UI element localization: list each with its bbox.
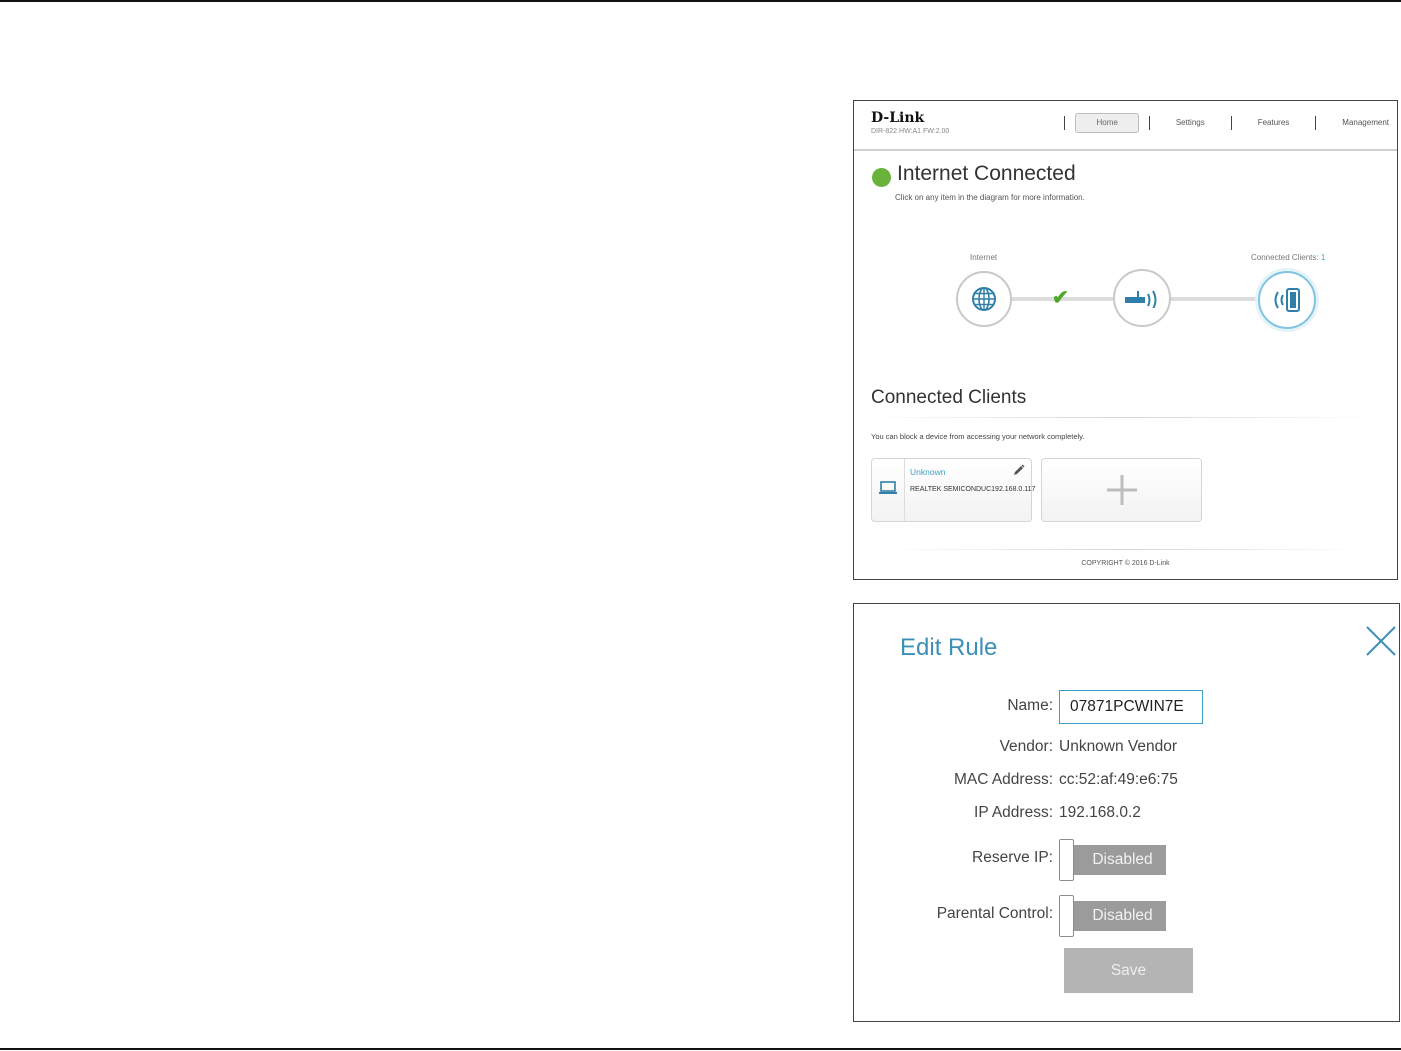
mac-value: cc:52:af:49:e6:75 [1059, 771, 1178, 788]
router-home-screenshot: D-Link DIR-822 HW:A1 FW:2.00 Home Settin… [853, 100, 1398, 580]
nav-home[interactable]: Home [1075, 113, 1139, 133]
parental-control-row: Parental Control: Disabled [854, 895, 1401, 937]
laptop-icon [879, 481, 897, 494]
copyright: COPYRIGHT © 2016 D-Link [1081, 560, 1170, 567]
connected-clients-text: Connected Clients: [1251, 253, 1319, 262]
connected-clients-hint: You can block a device from accessing yo… [871, 432, 1085, 441]
connected-clients-title: Connected Clients [871, 387, 1027, 408]
client-vendor: REALTEK SEMICONDUC192.168.0.117 [910, 486, 1036, 493]
vendor-label: Vendor: [999, 738, 1053, 755]
plus-icon [1106, 475, 1137, 505]
card-divider [904, 459, 905, 521]
add-client-button[interactable] [1041, 458, 1202, 522]
status-title: Internet Connected [897, 162, 1076, 185]
main-nav: Home Settings Features Management [1064, 113, 1389, 133]
parental-control-label: Parental Control: [936, 905, 1053, 922]
reserve-ip-label: Reserve IP: [972, 849, 1053, 866]
status-indicator-icon [872, 168, 891, 187]
status-hint: Click on any item in the diagram for mor… [895, 193, 1085, 202]
network-diagram: Internet Connected Clients: 1 ✔ [854, 241, 1397, 351]
pencil-icon[interactable] [1013, 464, 1025, 476]
check-icon: ✔ [1052, 287, 1069, 309]
client-card[interactable]: Unknown REALTEK SEMICONDUC192.168.0.117 [871, 458, 1036, 522]
toggle-knob [1059, 839, 1074, 881]
name-row: Name: [854, 690, 1401, 724]
internet-label: Internet [970, 253, 998, 262]
dlink-logo: D-Link [871, 110, 925, 126]
toggle-knob [1059, 895, 1074, 937]
nav-separator [1064, 116, 1066, 130]
globe-icon [972, 287, 996, 311]
footer-divider [886, 549, 1366, 550]
section-divider [871, 417, 1376, 418]
mac-row: MAC Address: cc:52:af:49:e6:75 [854, 765, 1401, 795]
nav-management[interactable]: Management [1316, 113, 1389, 133]
connected-clients-count: 1 [1320, 253, 1326, 262]
nav-features[interactable]: Features [1232, 113, 1316, 133]
connected-clients-label: Connected Clients: 1 [1251, 253, 1325, 262]
router-icon [1125, 290, 1157, 308]
nav-settings[interactable]: Settings [1150, 113, 1231, 133]
model-info: DIR-822 HW:A1 FW:2.00 [871, 128, 950, 135]
ip-row: IP Address: 192.168.0.2 [854, 798, 1401, 828]
ip-value: 192.168.0.2 [1059, 804, 1141, 821]
close-icon[interactable] [1364, 624, 1398, 658]
reserve-ip-row: Reserve IP: Disabled [854, 839, 1401, 881]
edit-rule-dialog: Edit Rule Name: Vendor: Unknown Vendor M… [853, 603, 1400, 1022]
client-name: Unknown [910, 467, 946, 477]
reserve-ip-toggle[interactable]: Disabled [1059, 839, 1167, 881]
ip-label: IP Address: [974, 804, 1053, 821]
parental-control-toggle[interactable]: Disabled [1059, 895, 1167, 937]
save-button[interactable]: Save [1064, 948, 1193, 993]
vendor-row: Vendor: Unknown Vendor [854, 732, 1401, 762]
toggle-state: Disabled [1065, 845, 1166, 875]
page-top-rule [0, 0, 1401, 2]
router-header: D-Link DIR-822 HW:A1 FW:2.00 Home Settin… [854, 101, 1397, 151]
router-node[interactable] [1113, 269, 1171, 327]
vendor-value: Unknown Vendor [1059, 738, 1178, 755]
internet-node[interactable] [956, 271, 1012, 327]
connector-line [1167, 297, 1263, 301]
mac-label: MAC Address: [953, 771, 1053, 788]
name-input[interactable] [1059, 690, 1203, 724]
toggle-state: Disabled [1065, 901, 1166, 931]
dialog-title: Edit Rule [900, 634, 998, 661]
clients-node[interactable] [1258, 271, 1316, 329]
name-label: Name: [1007, 697, 1053, 714]
page-bottom-rule [0, 1048, 1401, 1050]
wireless-client-icon [1274, 288, 1300, 312]
